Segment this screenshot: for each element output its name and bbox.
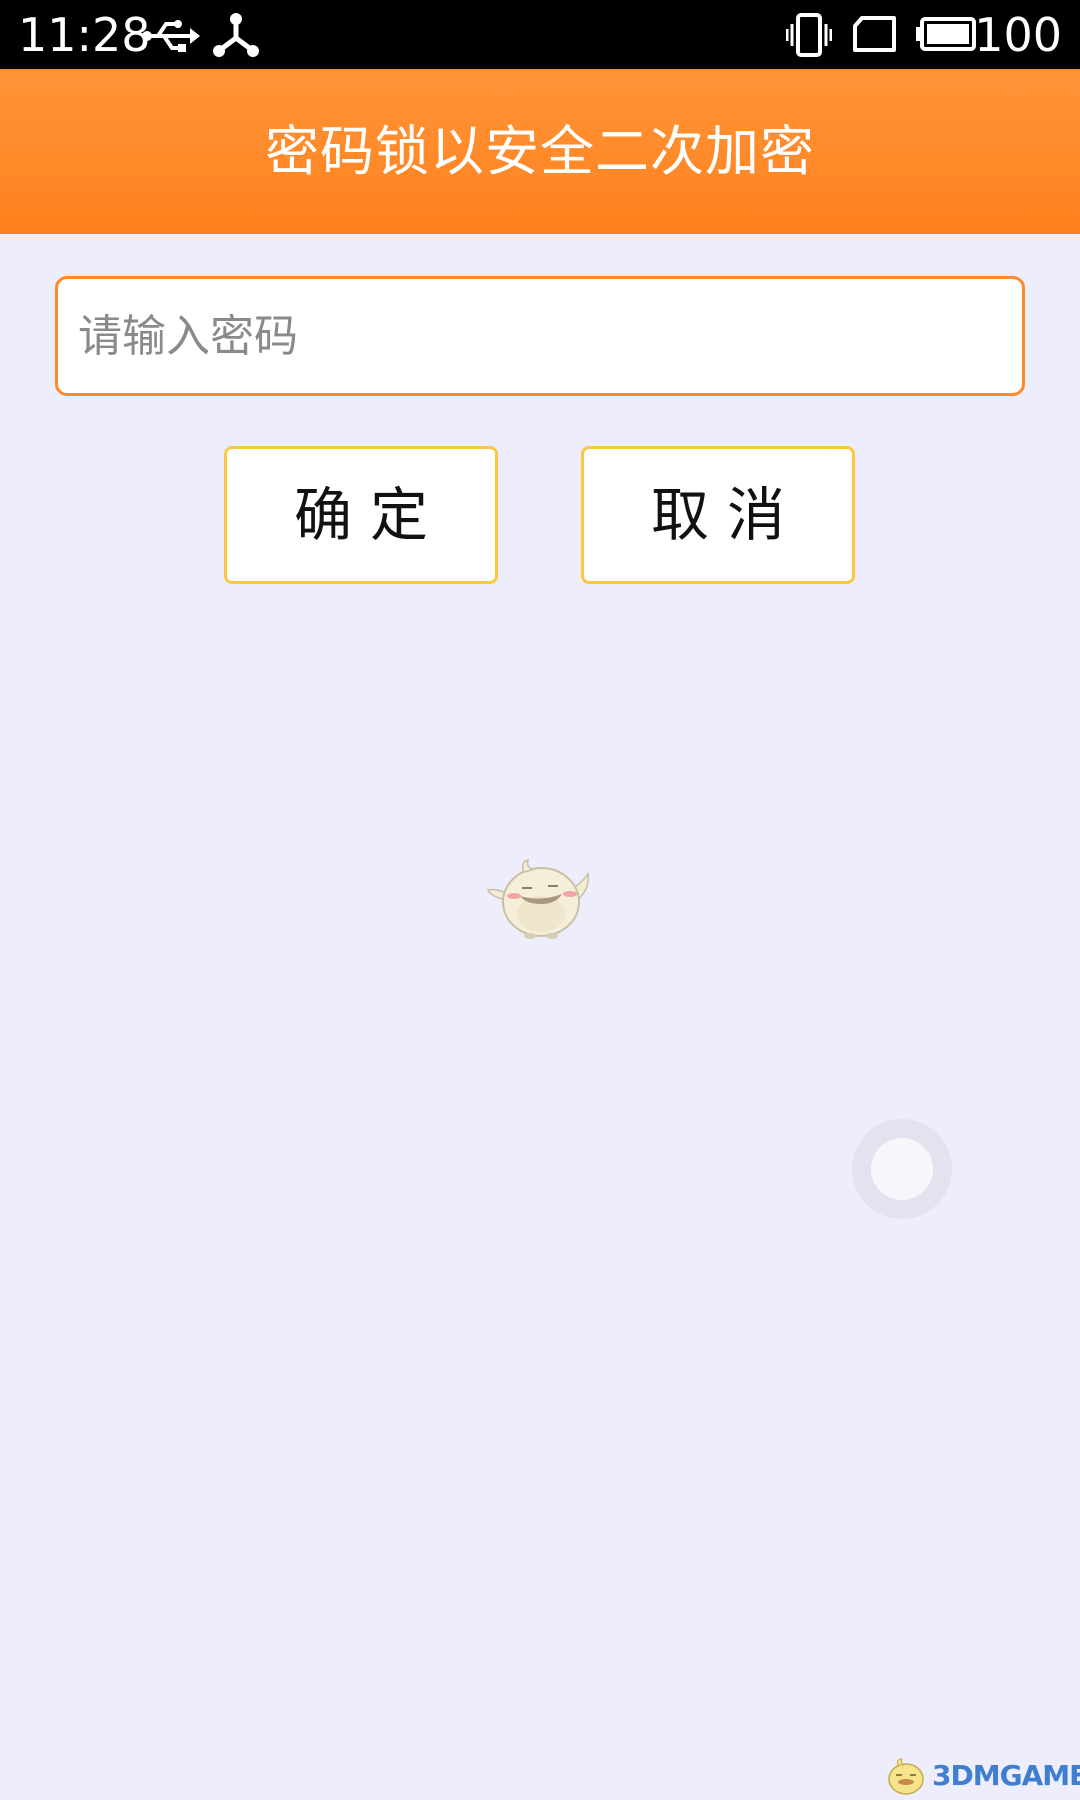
share-network-icon [213, 13, 259, 57]
status-time: 11:28 [18, 8, 151, 62]
watermark-text: 3DMGAME [932, 1759, 1080, 1792]
battery-level: 100 [974, 8, 1062, 62]
cancel-button[interactable]: 取消 [581, 446, 855, 584]
floating-assistive-button[interactable] [852, 1119, 952, 1219]
password-input[interactable] [55, 276, 1025, 396]
app-header: 密码锁以安全二次加密 [0, 69, 1080, 234]
usb-icon [142, 20, 200, 52]
watermark-prefix: 3DM [932, 1759, 1001, 1792]
mascot-illustration [487, 858, 590, 939]
confirm-button[interactable]: 确定 [224, 446, 498, 584]
floating-button-center [871, 1138, 933, 1200]
no-sim-icon [853, 16, 896, 52]
vibrate-icon [786, 13, 832, 57]
watermark-mascot-icon [888, 1758, 924, 1795]
watermark-suffix: GAME [999, 1759, 1080, 1792]
status-bar: 11:28 100 [0, 0, 1080, 69]
page-title: 密码锁以安全二次加密 [265, 120, 815, 183]
battery-icon [916, 17, 976, 51]
watermark: 3DMGAME [884, 1755, 1080, 1797]
